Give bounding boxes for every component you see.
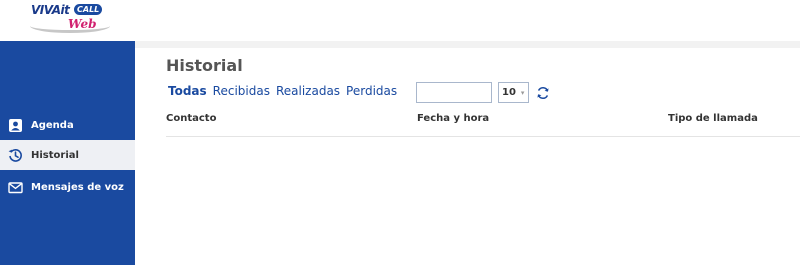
envelope-icon [8, 180, 23, 195]
call-filter-tabs: Todas Recibidas Realizadas Perdidas [168, 84, 397, 98]
sidebar-item-label: Historial [31, 149, 79, 161]
sidebar-item-mensajes-de-voz[interactable]: Mensajes de voz [0, 172, 135, 202]
app-logo[interactable]: VIVAit CALL Web [30, 2, 110, 34]
header-strip [135, 41, 800, 48]
tab-todas[interactable]: Todas [168, 84, 207, 98]
contact-card-icon [8, 118, 23, 133]
tab-realizadas[interactable]: Realizadas [276, 84, 340, 98]
history-icon [8, 148, 23, 163]
tab-recibidas[interactable]: Recibidas [213, 84, 270, 98]
sidebar-item-agenda[interactable]: Agenda [0, 110, 135, 140]
sidebar-item-label: Agenda [31, 119, 74, 131]
column-header-contacto[interactable]: Contacto [166, 113, 216, 124]
refresh-icon[interactable] [536, 85, 550, 99]
page-title: Historial [166, 56, 243, 75]
logo-text-vivait: VIVAit [31, 3, 70, 17]
column-header-tipo-de-llamada[interactable]: Tipo de llamada [668, 113, 758, 124]
top-bar: VIVAit CALL Web [0, 0, 800, 41]
table-header-divider [166, 136, 800, 137]
page-size-select[interactable]: 10 ▾ [498, 82, 529, 103]
page-size-value: 10 [502, 87, 516, 98]
column-header-fecha-y-hora[interactable]: Fecha y hora [417, 113, 489, 124]
logo-text-call: CALL [74, 4, 103, 15]
sidebar-item-label: Mensajes de voz [31, 181, 124, 193]
chevron-down-icon: ▾ [520, 88, 525, 97]
search-input[interactable] [416, 82, 492, 103]
logo-text-web: Web [68, 17, 97, 31]
tab-perdidas[interactable]: Perdidas [346, 84, 397, 98]
sidebar-item-historial[interactable]: Historial [0, 140, 135, 170]
sidebar: Agenda Historial Mensajes de voz [0, 41, 135, 265]
